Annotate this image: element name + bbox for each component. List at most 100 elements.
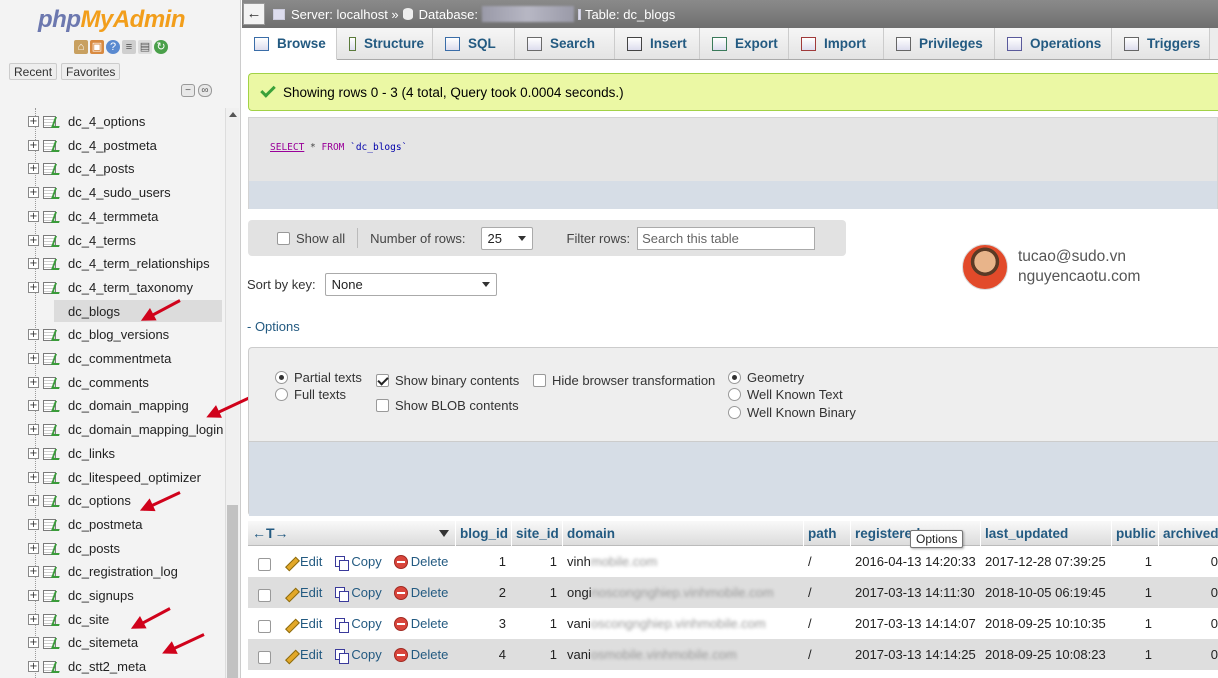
nav-table-item[interactable]: + dc_stt2_meta [28, 655, 224, 677]
hide-transform-label[interactable]: Hide browser transformation [552, 373, 715, 388]
expand-plus-icon[interactable]: + [28, 613, 39, 625]
tab-sql[interactable]: SQL [433, 28, 515, 59]
scroll-up-arrow-icon[interactable] [229, 112, 237, 117]
nav-table-label[interactable]: dc_links [68, 446, 115, 461]
well-known-text-label[interactable]: Well Known Text [747, 387, 843, 402]
cell-site-id[interactable]: 1 [511, 546, 562, 577]
cell-archived[interactable]: 0 [1158, 639, 1218, 670]
column-header-site-id[interactable]: site_id [511, 520, 562, 546]
expand-plus-icon[interactable]: + [28, 660, 39, 672]
nav-table-label[interactable]: dc_signups [68, 588, 134, 603]
expand-plus-icon[interactable]: + [28, 494, 39, 506]
geometry-option[interactable]: Geometry [728, 370, 804, 385]
nav-table-item[interactable]: + dc_4_termmeta [28, 205, 224, 227]
nav-table-item[interactable]: + dc_4_sudo_users [28, 181, 224, 203]
cell-path[interactable]: / [803, 639, 850, 670]
nav-table-item[interactable]: + dc_posts [28, 537, 224, 559]
cell-public[interactable]: 1 [1111, 577, 1158, 608]
nav-table-label[interactable]: dc_4_term_taxonomy [68, 280, 193, 295]
nav-table-label[interactable]: dc_stt2_meta [68, 659, 146, 674]
table-icon[interactable] [43, 138, 63, 152]
reload-icon[interactable]: ↻ [154, 40, 168, 54]
delete-button[interactable]: Delete [393, 616, 448, 631]
nav-table-label[interactable]: dc_domain_mapping [68, 398, 189, 413]
expand-plus-icon[interactable]: + [28, 281, 39, 293]
column-header-public[interactable]: public [1111, 520, 1158, 546]
column-header-archived[interactable]: archived [1158, 520, 1218, 546]
scrollbar-thumb[interactable] [227, 505, 238, 678]
nav-table-item[interactable]: + dc_4_postmeta [28, 134, 224, 156]
link-with-main-icon[interactable]: ∞ [198, 84, 212, 97]
well-known-binary-label[interactable]: Well Known Binary [747, 405, 856, 420]
nav-table-item[interactable]: + dc_litespeed_optimizer [28, 466, 224, 488]
cell-registered[interactable]: 2017-03-13 14:11:30 [850, 577, 980, 608]
breadcrumb-table[interactable]: Table: dc_blogs [585, 7, 675, 22]
cell-registered[interactable]: 2017-03-13 14:14:07 [850, 608, 980, 639]
table-icon[interactable] [43, 327, 63, 341]
nav-table-item[interactable]: + dc_4_term_relationships [28, 252, 224, 274]
nav-table-label[interactable]: dc_4_term_relationships [68, 256, 210, 271]
cell-last-updated[interactable]: 2018-09-25 10:08:23 [980, 639, 1111, 670]
nav-table-label[interactable]: dc_litespeed_optimizer [68, 470, 201, 485]
table-icon[interactable] [43, 209, 63, 223]
nav-table-item[interactable]: + dc_comments [28, 371, 224, 393]
cell-public[interactable]: 1 [1111, 608, 1158, 639]
nav-table-item[interactable]: + dc_site [28, 608, 224, 630]
show-blob-option[interactable]: Show BLOB contents [376, 398, 519, 413]
row-select-checkbox[interactable] [258, 651, 271, 664]
expand-plus-icon[interactable]: + [28, 376, 39, 388]
breadcrumb-server[interactable]: Server: localhost » [291, 7, 399, 22]
cell-last-updated[interactable]: 2017-12-28 07:39:25 [980, 546, 1111, 577]
nav-table-label[interactable]: dc_postmeta [68, 517, 142, 532]
nav-table-item[interactable]: + dc_commentmeta [28, 347, 224, 369]
delete-button[interactable]: Delete [393, 585, 448, 600]
table-icon[interactable] [43, 422, 63, 436]
row-select-checkbox[interactable] [258, 558, 271, 571]
nav-table-item[interactable]: + dc_registration_log [28, 560, 224, 582]
show-blob-label[interactable]: Show BLOB contents [395, 398, 519, 413]
cell-path[interactable]: / [803, 546, 850, 577]
cell-last-updated[interactable]: 2018-10-05 06:19:45 [980, 577, 1111, 608]
expand-plus-icon[interactable]: + [28, 352, 39, 364]
column-header-path[interactable]: path [803, 520, 850, 546]
geometry-label[interactable]: Geometry [747, 370, 804, 385]
table-icon[interactable] [43, 185, 63, 199]
nav-table-item[interactable]: + dc_options [28, 489, 224, 511]
expand-plus-icon[interactable]: + [28, 471, 39, 483]
nav-table-item[interactable]: + dc_4_term_taxonomy [28, 276, 224, 298]
nav-table-item[interactable]: + dc_sitemeta [28, 631, 224, 653]
expand-plus-icon[interactable]: + [28, 518, 39, 530]
delete-button[interactable]: Delete [393, 554, 448, 569]
expand-plus-icon[interactable]: + [28, 399, 39, 411]
table-icon[interactable] [43, 517, 63, 531]
tab-browse[interactable]: Browse [242, 28, 337, 60]
nav-table-item[interactable]: + dc_domain_mapping_login [28, 418, 224, 440]
cell-path[interactable]: / [803, 608, 850, 639]
nav-table-label[interactable]: dc_site [68, 612, 109, 627]
nav-table-item[interactable]: + dc_4_options [28, 110, 224, 132]
nav-table-label[interactable]: dc_4_posts [68, 161, 135, 176]
sort-by-key-select[interactable]: None [324, 273, 497, 296]
show-blob-checkbox[interactable] [376, 399, 389, 412]
row-select-checkbox[interactable] [258, 589, 271, 602]
cell-archived[interactable]: 0 [1158, 577, 1218, 608]
table-icon[interactable] [43, 114, 63, 128]
nav-table-label[interactable]: dc_registration_log [68, 564, 178, 579]
hide-transform-checkbox[interactable] [533, 374, 546, 387]
geometry-radio[interactable] [728, 371, 741, 384]
copy-button[interactable]: Copy [334, 647, 382, 664]
nav-table-label[interactable]: dc_4_sudo_users [68, 185, 171, 200]
nav-table-item[interactable]: + dc_domain_mapping [28, 394, 224, 416]
nav-table-item[interactable]: + dc_signups [28, 584, 224, 606]
table-icon[interactable] [43, 493, 63, 507]
table-icon[interactable] [43, 635, 63, 649]
expand-plus-icon[interactable]: + [28, 423, 39, 435]
well-known-binary-radio[interactable] [728, 406, 741, 419]
delete-button[interactable]: Delete [393, 647, 448, 662]
row-select-checkbox[interactable] [258, 620, 271, 633]
recent-button[interactable]: Recent [9, 63, 58, 80]
partial-texts-option[interactable]: Partial texts [275, 370, 362, 385]
column-header-domain[interactable]: domain [562, 520, 803, 546]
cell-public[interactable]: 1 [1111, 546, 1158, 577]
tab-export[interactable]: Export [700, 28, 789, 59]
